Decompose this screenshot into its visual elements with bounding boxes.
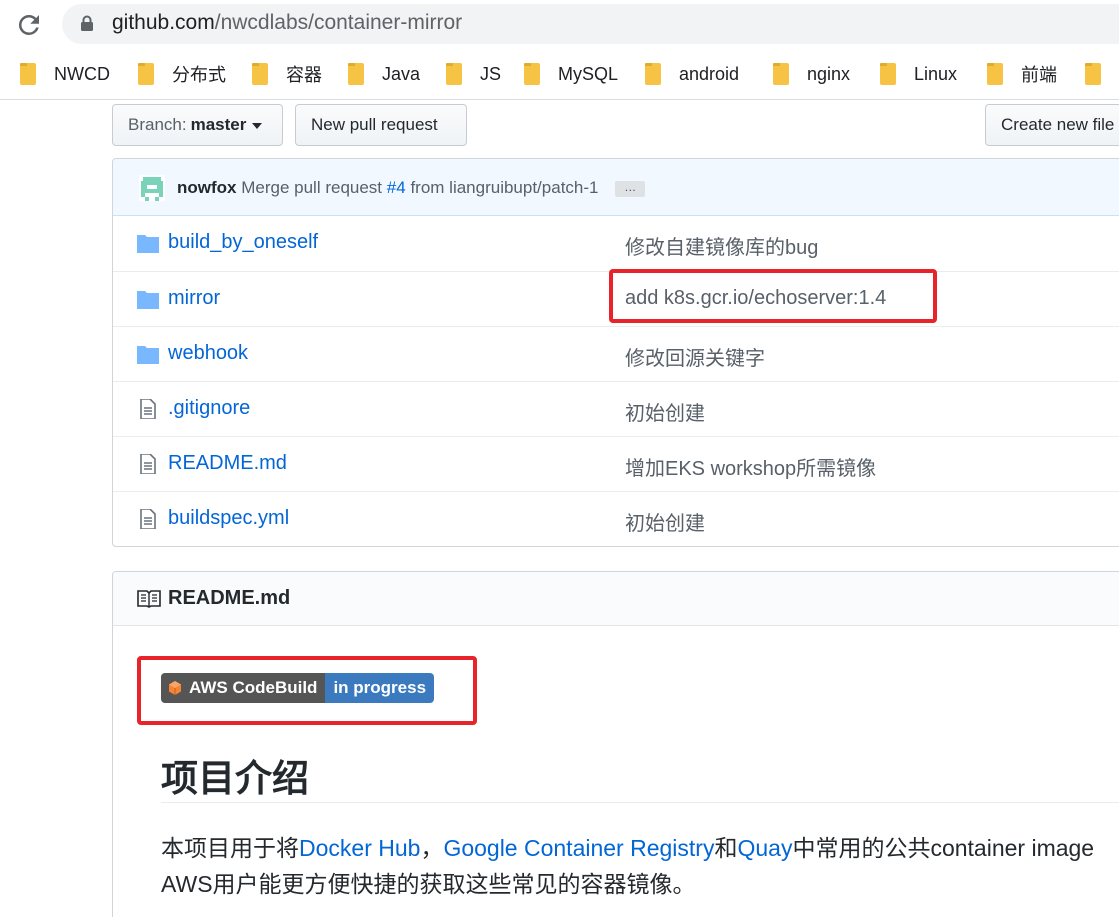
new-pull-request-button[interactable]: New pull request — [295, 104, 467, 146]
latest-commit-bar: nowfox Merge pull request #4 from liangr… — [113, 159, 1119, 216]
file-commit-message[interactable]: 修改自建镜像库的bug — [625, 231, 818, 260]
file-icon — [140, 399, 156, 419]
bookmark-label: NWCD — [54, 63, 110, 84]
bookmark-label: android — [679, 63, 740, 84]
folder-icon — [20, 63, 36, 85]
readme-header: README.md — [113, 572, 1119, 626]
bookmark-nginx[interactable]: nginx — [773, 60, 850, 88]
bookmark-nwcd[interactable]: NWCD — [20, 60, 110, 88]
bookmark-label: Linux — [914, 63, 958, 84]
file-row: webhook 修改回源关键字 — [113, 326, 1119, 381]
folder-icon — [880, 63, 896, 85]
bookmark-label: JS — [480, 63, 502, 84]
readme-heading: 项目介绍 — [161, 758, 309, 799]
highlight-annotation-badge — [137, 656, 477, 725]
reload-icon[interactable] — [14, 10, 44, 40]
bookmark-label: 容器 — [286, 65, 322, 85]
file-name-link[interactable]: buildspec.yml — [168, 507, 289, 530]
file-commit-message[interactable]: 修改回源关键字 — [625, 342, 765, 371]
file-row: .gitignore 初始创建 — [113, 381, 1119, 436]
folder-icon — [137, 291, 159, 309]
file-row: README.md 增加EKS workshop所需镜像 — [113, 436, 1119, 491]
para-text: 中常用的公共container image — [792, 835, 1095, 861]
file-row: build_by_oneself 修改自建镜像库的bug — [113, 216, 1119, 271]
folder-icon — [773, 63, 789, 85]
file-commit-message[interactable]: 初始创建 — [625, 507, 705, 536]
url-text[interactable]: github.com/nwcdlabs/container-mirror — [112, 11, 462, 35]
file-icon — [140, 454, 156, 474]
folder-icon — [1085, 63, 1101, 85]
branch-value: master — [190, 115, 247, 134]
docker-hub-link[interactable]: Docker Hub — [299, 835, 420, 861]
quay-link[interactable]: Quay — [737, 835, 792, 861]
folder-icon — [524, 63, 540, 85]
commit-summary: nowfox Merge pull request #4 from liangr… — [177, 178, 646, 198]
readme-title: README.md — [168, 587, 291, 609]
file-row: buildspec.yml 初始创建 — [113, 491, 1119, 546]
file-commit-message[interactable]: 增加EKS workshop所需镜像 — [625, 452, 876, 481]
bookmark-containers[interactable]: 容器 — [252, 60, 322, 88]
bookmark-android[interactable]: android — [645, 60, 739, 88]
branch-select-button[interactable]: Branch: master — [112, 104, 283, 146]
bookmark-label: nginx — [807, 63, 851, 84]
bookmark-label: 分布式 — [172, 65, 226, 85]
file-name-link[interactable]: build_by_oneself — [168, 231, 318, 254]
folder-icon — [138, 63, 154, 85]
bookmark-overflow[interactable] — [1085, 60, 1119, 88]
caret-down-icon — [252, 123, 263, 129]
bookmark-label: MySQL — [558, 63, 619, 84]
browser-chrome: github.com/nwcdlabs/container-mirror NWC… — [0, 0, 1119, 100]
file-name-link[interactable]: .gitignore — [168, 397, 250, 420]
file-name-link[interactable]: webhook — [168, 342, 248, 365]
file-list: nowfox Merge pull request #4 from liangr… — [112, 158, 1119, 547]
bookmark-label: Java — [382, 63, 421, 84]
file-name-link[interactable]: README.md — [168, 452, 287, 475]
commit-message[interactable]: Merge pull request — [241, 178, 382, 197]
file-commit-message[interactable]: 初始创建 — [625, 397, 705, 426]
create-new-file-button[interactable]: Create new file — [985, 104, 1119, 146]
book-icon — [137, 590, 161, 608]
lock-icon — [81, 15, 93, 31]
create-new-file-label: Create new file — [1001, 115, 1115, 134]
file-name-link[interactable]: mirror — [168, 287, 220, 310]
bookmark-mysql[interactable]: MySQL — [524, 60, 618, 88]
para-text: ， — [420, 835, 444, 861]
avatar[interactable] — [139, 175, 165, 201]
readme-panel: README.md AWS CodeBuild in progress 项目介绍… — [112, 571, 1119, 917]
bookmark-distributed[interactable]: 分布式 — [138, 60, 226, 88]
folder-icon — [446, 63, 462, 85]
folder-icon — [645, 63, 661, 85]
pull-request-link[interactable]: #4 — [387, 178, 406, 197]
readme-paragraph: 本项目用于将Docker Hub，Google Container Regist… — [161, 830, 1119, 902]
para-text: 和 — [714, 835, 738, 861]
branch-label: Branch: — [128, 115, 187, 134]
heading-divider — [161, 802, 1119, 803]
highlight-annotation-commit — [609, 269, 937, 323]
gcr-link[interactable]: Google Container Registry — [443, 835, 714, 861]
commit-author-link[interactable]: nowfox — [177, 178, 237, 197]
para-text: 本项目用于将 — [161, 835, 299, 861]
folder-icon — [137, 346, 159, 364]
bookmarks-bar: NWCD 分布式 容器 Java JS MySQL android nginx … — [0, 54, 1119, 94]
new-pull-request-label: New pull request — [311, 115, 438, 134]
expand-commit-button[interactable]: … — [615, 180, 646, 197]
bookmark-frontend[interactable]: 前端 — [987, 60, 1057, 88]
folder-icon — [252, 63, 268, 85]
file-icon — [140, 509, 156, 529]
bookmark-js[interactable]: JS — [446, 60, 501, 88]
commit-message-suffix[interactable]: from liangruibupt/patch-1 — [410, 178, 598, 197]
bookmark-java[interactable]: Java — [348, 60, 420, 88]
folder-icon — [348, 63, 364, 85]
folder-icon — [987, 63, 1003, 85]
para-text-line2: AWS用户能更方便快捷的获取这些常见的容器镜像。 — [161, 871, 696, 897]
bookmark-linux[interactable]: Linux — [880, 60, 957, 88]
folder-icon — [137, 235, 159, 253]
bookmark-label: 前端 — [1021, 65, 1057, 85]
